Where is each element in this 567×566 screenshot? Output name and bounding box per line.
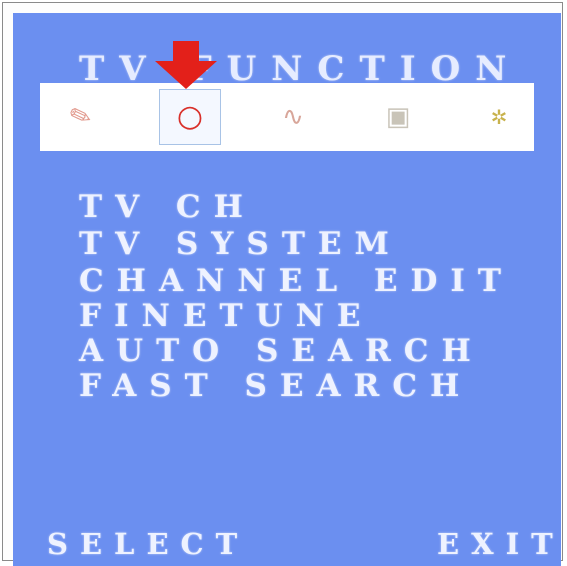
icon-slot-sound[interactable]: ∿ [262,89,324,145]
tv-function-icon: ○ [176,99,204,134]
osd-screen: TV FUNCTION ✎ ○ ∿ ▣ ✲ TV CH TV SYSTEM CH… [13,13,561,566]
icon-slot-system[interactable]: ▣ [367,89,429,145]
select-hint[interactable]: SELECT [47,527,249,561]
icon-slot-tv-function[interactable]: ○ [159,89,221,145]
icon-slot-option[interactable]: ✲ [468,89,530,145]
picture-icon: ✎ [65,99,97,135]
sound-icon: ∿ [282,102,304,132]
menu-item-fast-search[interactable]: FAST SEARCH [79,368,472,404]
selection-arrow-icon [155,41,217,89]
menu-item-auto-search[interactable]: AUTO SEARCH [79,333,484,369]
menu-item-tv-ch[interactable]: TV CH [79,189,256,225]
menu-item-channel-edit[interactable]: CHANNEL EDIT [79,263,514,299]
screen-frame: TV FUNCTION ✎ ○ ∿ ▣ ✲ TV CH TV SYSTEM CH… [2,2,563,566]
menu-icon-bar: ✎ ○ ∿ ▣ ✲ [40,83,534,151]
system-icon: ▣ [385,102,411,132]
icon-slot-picture[interactable]: ✎ [50,89,112,145]
menu-item-tv-system[interactable]: TV SYSTEM [79,226,402,262]
menu-item-finetune[interactable]: FINETUNE [79,298,374,334]
exit-hint[interactable]: EXIT [437,527,561,561]
option-icon: ✲ [490,105,508,129]
